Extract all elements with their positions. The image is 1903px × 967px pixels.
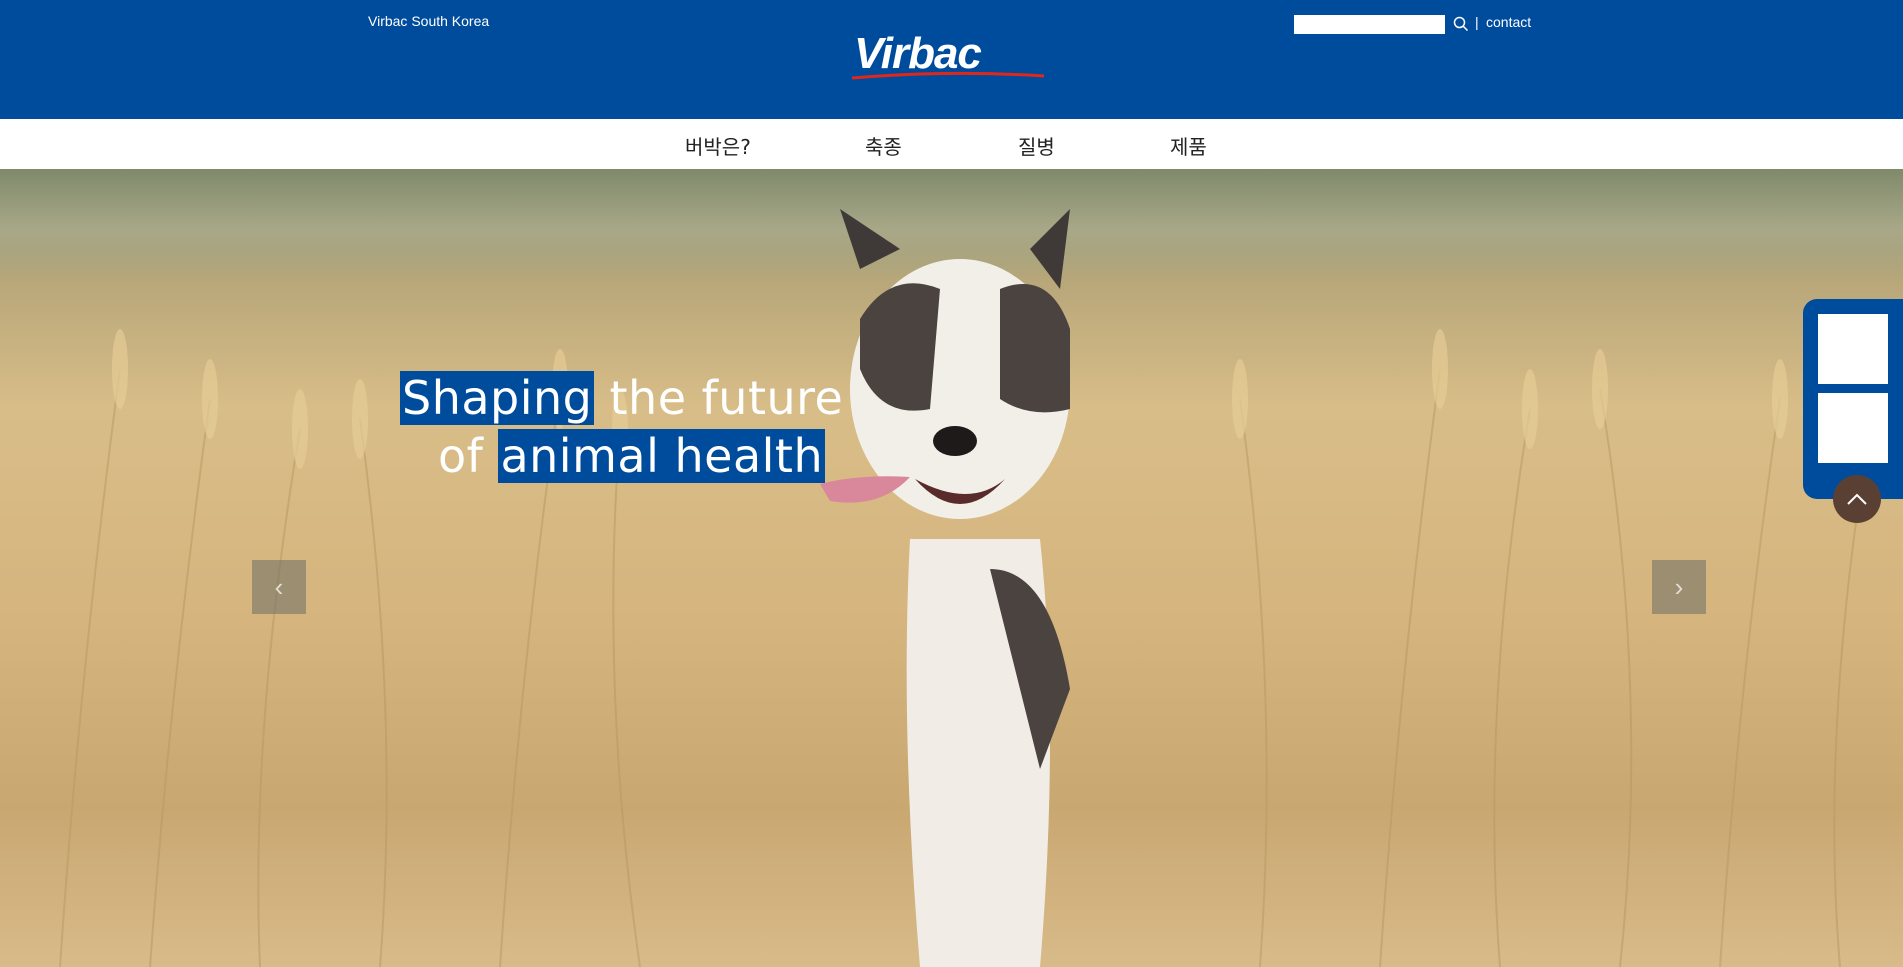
nav-item-diseases[interactable]: 질병 — [1018, 131, 1055, 160]
search-icon[interactable] — [1452, 15, 1470, 33]
nav-item-products[interactable]: 제품 — [1170, 131, 1207, 160]
tagline-of: of — [438, 429, 499, 483]
tagline-highlight-shaping: Shaping — [400, 371, 595, 425]
tagline-the-future: the future — [594, 371, 844, 425]
virbac-logo[interactable]: Virbac — [848, 26, 1048, 86]
site-header: Virbac South Korea Virbac | contact — [0, 0, 1903, 119]
tagline-highlight-animal-health: animal health — [498, 429, 826, 483]
dog-image — [820, 209, 1070, 967]
chevron-up-icon — [1847, 493, 1867, 505]
contact-link[interactable]: contact — [1486, 14, 1531, 30]
chevron-right-icon: › — [1674, 571, 1684, 602]
quick-menu-button-1[interactable] — [1818, 314, 1888, 384]
quick-menu-panel — [1803, 299, 1903, 499]
nav-item-about[interactable]: 버박은? — [685, 131, 751, 160]
logo-text: Virbac — [854, 29, 981, 78]
hero-banner: Shaping the future of animal health ‹ › — [0, 169, 1903, 967]
search-input[interactable] — [1294, 15, 1445, 34]
hero-tagline: Shaping the future of animal health — [400, 369, 843, 485]
scroll-to-top-button[interactable] — [1833, 475, 1881, 523]
header-separator: | — [1475, 14, 1479, 30]
carousel-prev-button[interactable]: ‹ — [252, 560, 306, 614]
nav-item-species[interactable]: 축종 — [865, 131, 902, 160]
main-nav: 버박은? 축종 질병 제품 — [0, 119, 1903, 169]
chevron-left-icon: ‹ — [274, 571, 284, 602]
carousel-next-button[interactable]: › — [1652, 560, 1706, 614]
quick-menu-button-2[interactable] — [1818, 393, 1888, 463]
country-label[interactable]: Virbac South Korea — [368, 13, 489, 29]
